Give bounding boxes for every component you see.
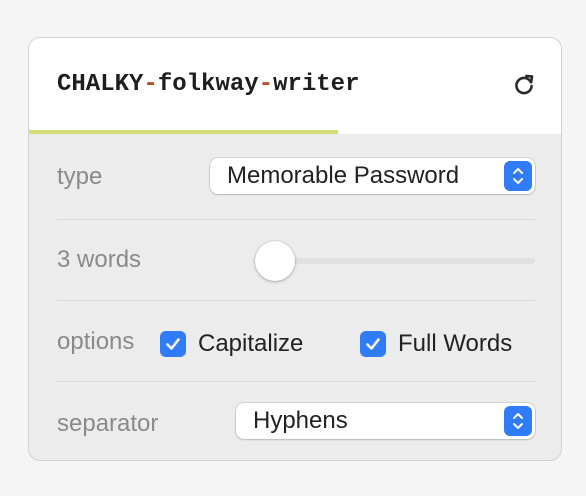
slider-thumb[interactable] <box>255 241 295 281</box>
full-words-label[interactable]: Full Words <box>398 330 512 358</box>
words-label: 3 words <box>57 246 142 273</box>
separator-select-value: Hyphens <box>253 407 348 434</box>
type-select[interactable]: Memorable Password <box>210 158 535 194</box>
type-label: type <box>57 163 103 190</box>
separator-label: separator <box>57 410 159 437</box>
type-select-stepper <box>504 161 532 191</box>
password-separator-1: - <box>143 71 158 98</box>
word-count-slider[interactable] <box>255 241 535 281</box>
divider <box>57 381 535 382</box>
full-words-checkbox-box[interactable] <box>360 331 386 357</box>
type-select-value: Memorable Password <box>227 162 460 189</box>
separator-select-stepper <box>504 406 532 436</box>
refresh-button[interactable] <box>509 70 539 100</box>
password-word-2: folkway <box>157 71 259 98</box>
password-word-3: writer <box>273 71 360 98</box>
password-header: CHALKY-folkway-writer <box>29 38 561 132</box>
divider <box>57 300 535 301</box>
password-generator-panel: CHALKY-folkway-writer type Memorable Pas… <box>28 37 562 461</box>
password-separator-2: - <box>258 71 274 98</box>
separator-select[interactable]: Hyphens <box>236 403 535 439</box>
capitalize-checkbox-box[interactable] <box>160 331 186 357</box>
checkmark-icon <box>366 338 380 350</box>
strength-meter-fill <box>29 130 338 134</box>
options-label: options <box>57 328 135 355</box>
generated-password[interactable]: CHALKY-folkway-writer <box>57 71 359 98</box>
password-word-1: CHALKY <box>57 71 144 98</box>
refresh-icon <box>515 74 534 95</box>
checkmark-icon <box>166 338 180 350</box>
full-words-checkbox[interactable]: Full Words <box>360 330 512 358</box>
chevron-up-down-icon <box>513 168 523 184</box>
strength-meter <box>29 130 561 134</box>
chevron-up-down-icon <box>513 413 523 429</box>
capitalize-checkbox[interactable]: Capitalize <box>160 330 303 358</box>
capitalize-label[interactable]: Capitalize <box>198 330 303 358</box>
